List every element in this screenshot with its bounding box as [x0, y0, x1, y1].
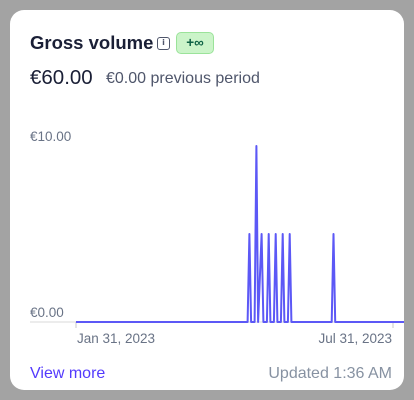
gross-volume-card: Gross volume i +∞ €60.00 €0.00 previous …	[10, 10, 404, 390]
x-tick-label-end: Jul 31, 2023	[318, 331, 392, 346]
series-line-0	[76, 145, 404, 323]
view-more-link[interactable]: View more	[30, 365, 105, 383]
x-tick-label-start: Jan 31, 2023	[77, 331, 155, 346]
volume-chart: €10.00 €0.00 Jan 31, 2023 Jul 31, 2023	[30, 129, 404, 346]
updated-timestamp: Updated 1:36 AM	[268, 365, 392, 382]
y-tick-label-min: €0.00	[30, 305, 64, 320]
series-layer	[76, 145, 404, 323]
y-tick-label-max: €10.00	[30, 129, 71, 144]
